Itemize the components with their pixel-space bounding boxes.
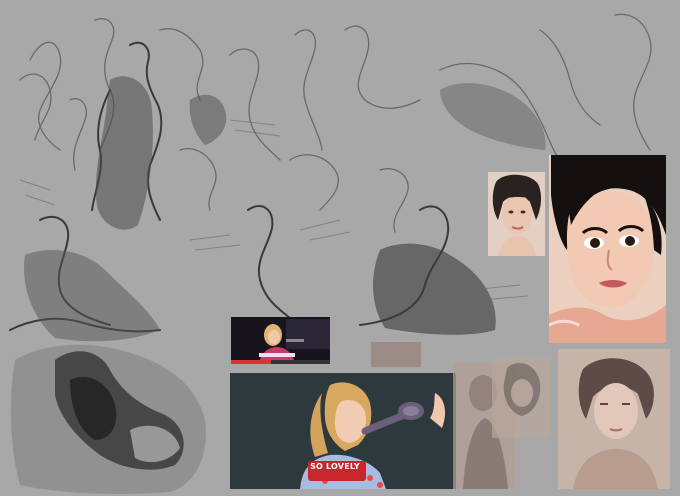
toned-portrait-study xyxy=(558,349,670,489)
reference-photo-art xyxy=(488,172,545,256)
painted-portrait xyxy=(549,155,666,343)
video-thumbnail xyxy=(231,317,330,364)
faded-reference-strip xyxy=(371,342,421,367)
shaded-figure-masses xyxy=(24,76,546,342)
charcoal-figure-study xyxy=(10,344,206,494)
singer-painting-art xyxy=(230,373,456,489)
singer-painting xyxy=(230,373,456,489)
reference-photo-small xyxy=(488,172,545,256)
video-thumbnail-art xyxy=(231,317,330,364)
faded-portrait-study-b xyxy=(492,358,550,438)
shirt-lettering: SO LOVELY xyxy=(310,462,360,471)
toned-portrait-art xyxy=(558,349,670,489)
faded-portrait-art-b xyxy=(503,363,541,416)
sketch-canvas: SO LOVELY xyxy=(0,0,680,496)
painted-portrait-art xyxy=(549,155,666,343)
